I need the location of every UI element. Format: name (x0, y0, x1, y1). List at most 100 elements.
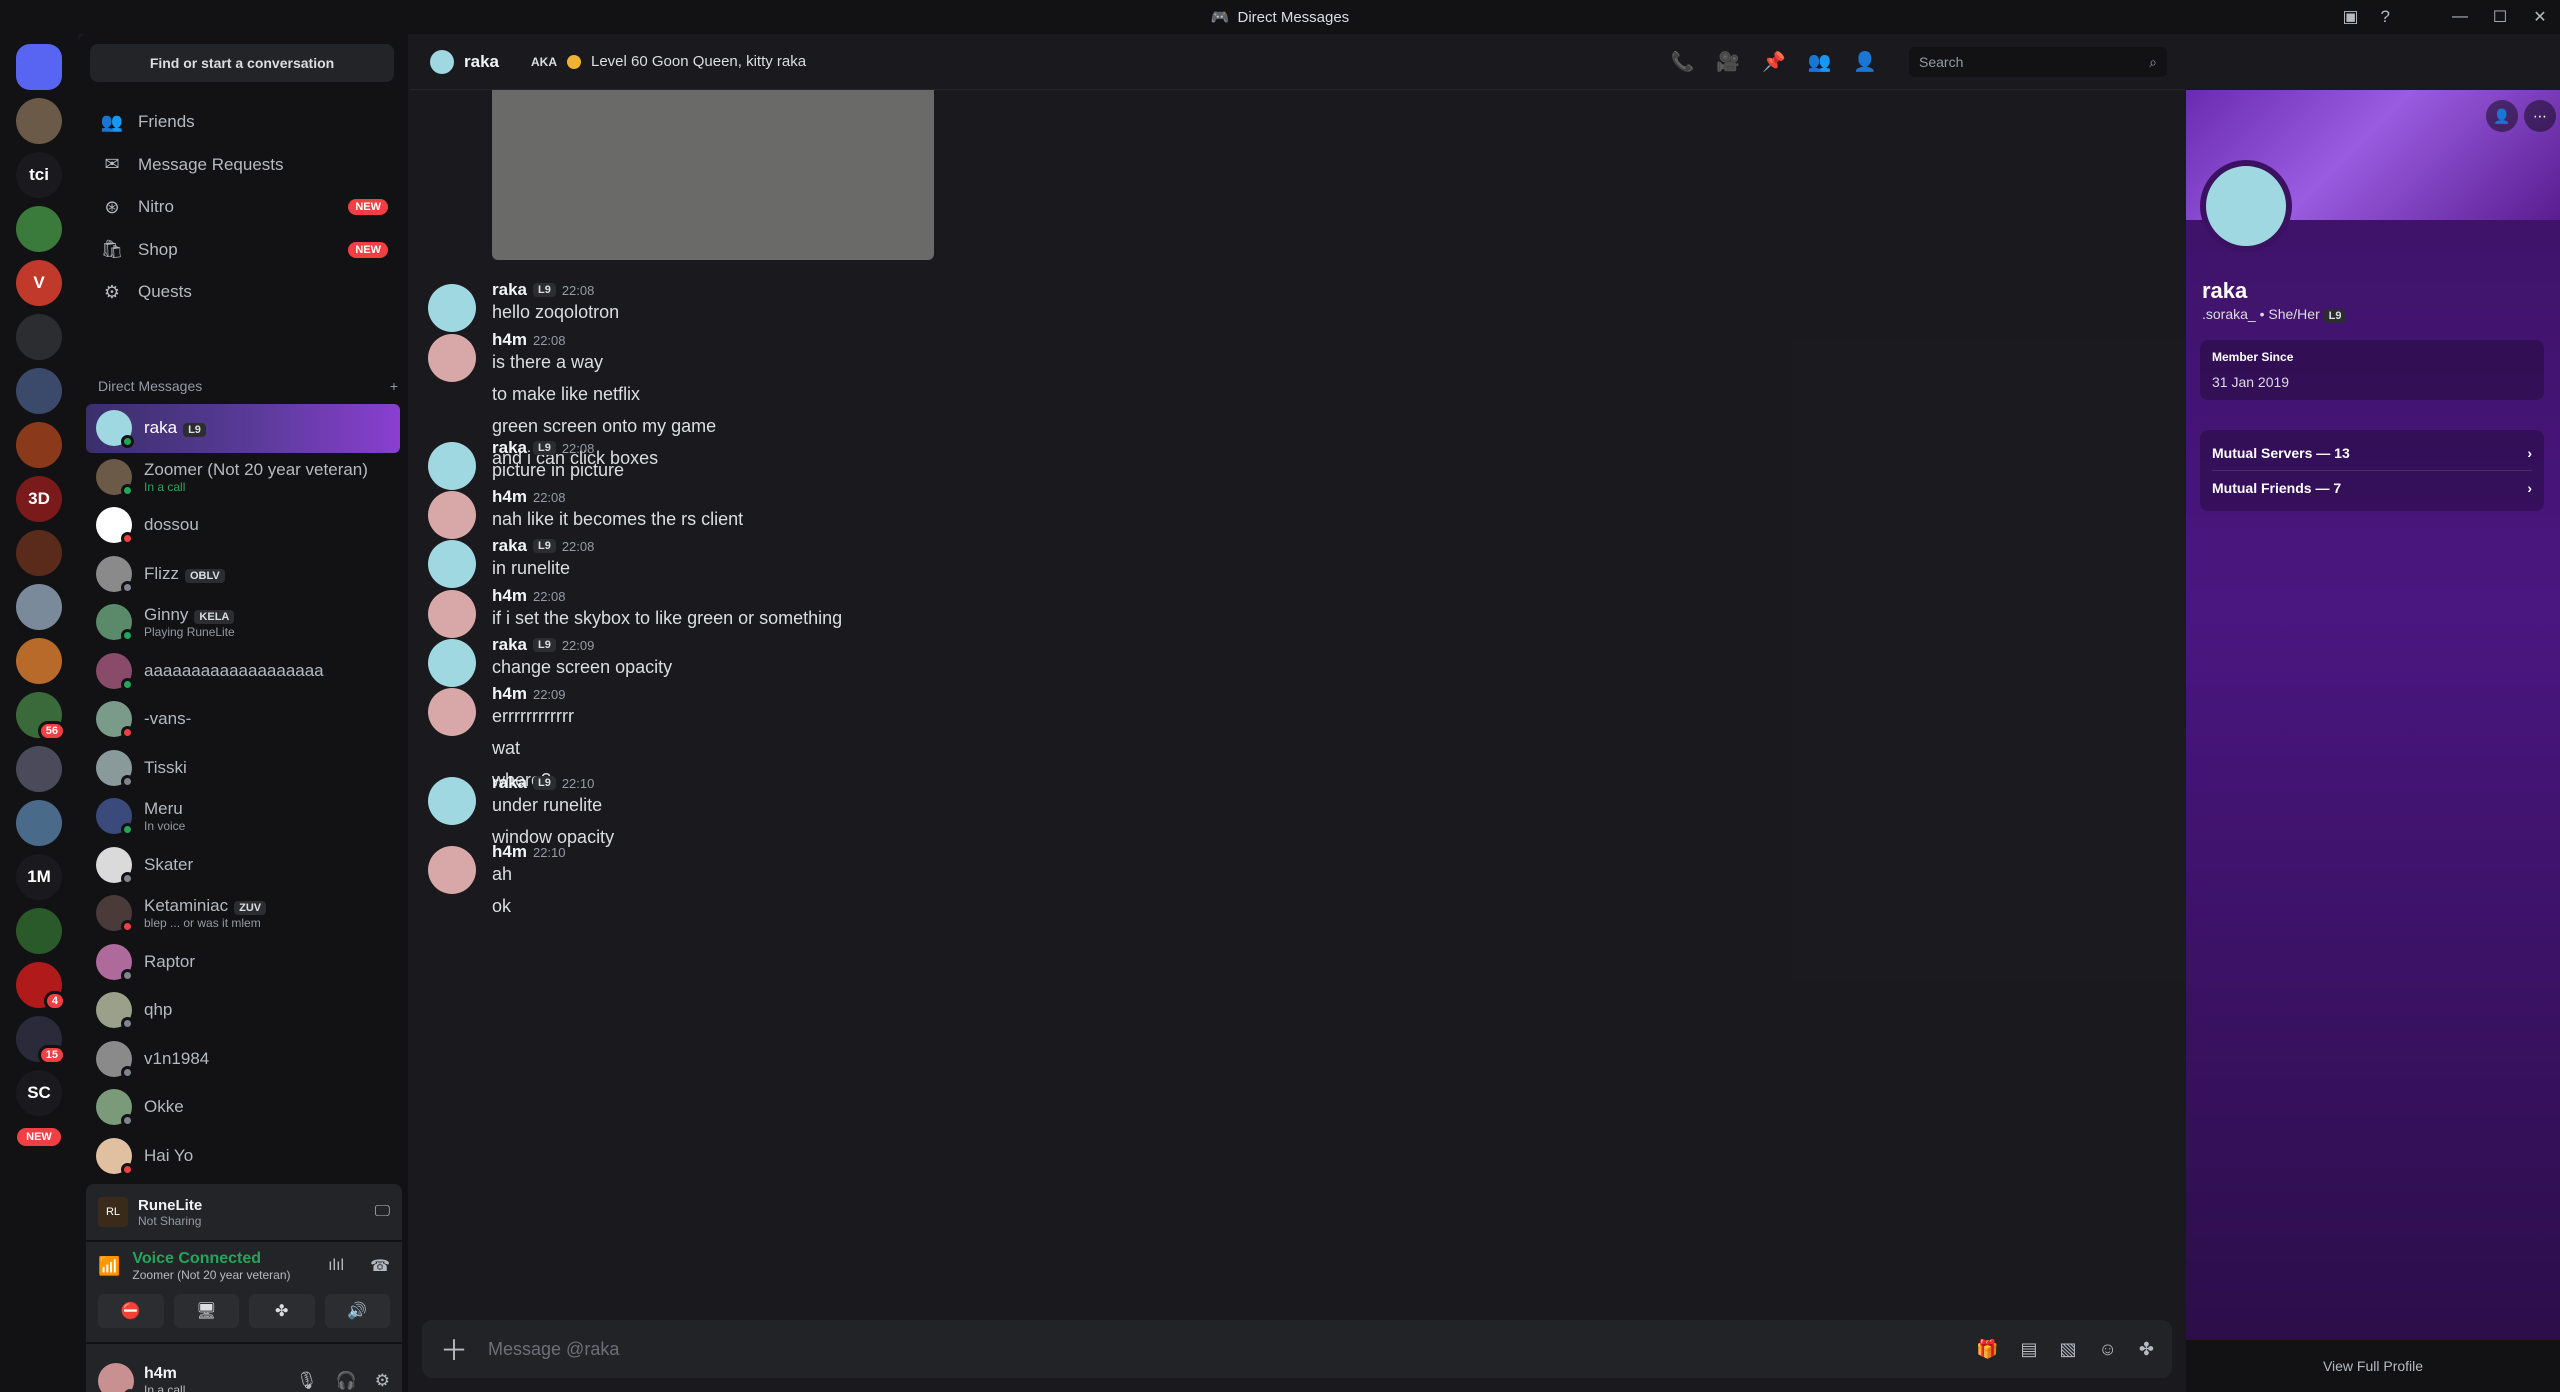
avatar[interactable] (428, 590, 476, 638)
plus-icon[interactable]: ＋ (440, 1329, 468, 1369)
dm-item[interactable]: Raptor (86, 938, 400, 987)
close-button[interactable]: ✕ (2520, 0, 2560, 34)
dm-item[interactable]: v1n1984 (86, 1035, 400, 1084)
chat-username[interactable]: raka (464, 52, 499, 72)
call-icon[interactable]: 📞 (1671, 50, 1695, 74)
microphone-icon[interactable]: 🎙 (296, 1371, 318, 1391)
dm-item[interactable]: -vans- (86, 695, 400, 744)
noise-suppression-icon[interactable]: ılıl (328, 1257, 344, 1275)
dm-item[interactable]: Hai Yo (86, 1132, 400, 1181)
nav-item-nitro[interactable]: ⊛ Nitro NEW (86, 186, 400, 228)
voice-status[interactable]: Voice Connected (132, 1250, 290, 1268)
mutual-servers[interactable]: Mutual Servers — 13 › (2212, 440, 2532, 466)
headphones-icon[interactable]: 🎧 (336, 1371, 357, 1391)
server-icon[interactable]: 56 (16, 692, 66, 741)
dm-item[interactable]: Tisski (86, 744, 400, 793)
dm-item[interactable]: Skater (86, 841, 400, 890)
avatar[interactable] (428, 639, 476, 687)
camera-button[interactable]: ⛔ (98, 1294, 164, 1328)
server-icon[interactable] (16, 206, 62, 252)
message-author[interactable]: h4m (492, 330, 527, 350)
server-icon[interactable] (16, 422, 62, 468)
avatar[interactable] (428, 777, 476, 825)
server-icon[interactable]: 15 (16, 1016, 66, 1065)
nav-item-shop[interactable]: 🛍 Shop NEW (86, 229, 400, 271)
gift-icon[interactable]: 🎁 (1976, 1339, 1998, 1360)
message-author[interactable]: h4m (492, 586, 527, 606)
server-icon[interactable] (16, 800, 62, 846)
dm-item[interactable]: Okke (86, 1083, 400, 1132)
minimize-button[interactable]: — (2440, 0, 2480, 34)
avatar[interactable] (428, 688, 476, 736)
message-author[interactable]: raka (492, 280, 527, 300)
profile-avatar[interactable] (2200, 160, 2292, 252)
server-icon[interactable]: V (16, 260, 62, 306)
dm-item[interactable]: qhp (86, 986, 400, 1035)
emoji-icon[interactable]: ☺ (2099, 1339, 2117, 1360)
pin-icon[interactable]: 📌 (1762, 50, 1786, 74)
server-icon[interactable]: tci (16, 152, 62, 198)
mutual-friends[interactable]: Mutual Friends — 7 › (2212, 475, 2532, 501)
voice-channel[interactable]: Zoomer (Not 20 year veteran) (132, 1268, 290, 1282)
dm-item[interactable]: aaaaaaaaaaaaaaaaaaa (86, 647, 400, 696)
avatar[interactable] (428, 334, 476, 382)
soundboard-button[interactable]: 🔊 (324, 1294, 390, 1328)
server-icon[interactable] (16, 908, 62, 954)
message-author[interactable]: raka (492, 536, 527, 556)
user-name[interactable]: h4m (144, 1365, 185, 1383)
activities-button[interactable]: ✤ (249, 1294, 315, 1328)
avatar[interactable] (428, 846, 476, 894)
message-author[interactable]: raka (492, 438, 527, 458)
settings-icon[interactable]: ⚙ (375, 1371, 390, 1391)
nav-item-quests[interactable]: ⚙ Quests (86, 271, 400, 313)
signal-icon[interactable]: 📶 (98, 1256, 120, 1277)
screen-share-icon[interactable]: 🖵 (375, 1203, 390, 1221)
home-button[interactable] (16, 44, 62, 90)
message-author[interactable]: h4m (492, 684, 527, 704)
server-icon[interactable]: 3D (16, 476, 62, 522)
screen-share-button[interactable]: 🖥 (173, 1294, 239, 1328)
dm-item[interactable]: Flizz OBLV (86, 550, 400, 599)
server-icon[interactable]: 1M (16, 854, 62, 900)
add-dm-icon[interactable]: + (390, 378, 398, 394)
gif-icon[interactable]: ▤ (2020, 1339, 2037, 1360)
help-icon[interactable]: ? (2381, 7, 2390, 27)
avatar[interactable] (428, 442, 476, 490)
dm-item[interactable]: raka L9 (86, 404, 400, 453)
avatar[interactable] (428, 491, 476, 539)
message-author[interactable]: h4m (492, 842, 527, 862)
server-icon[interactable] (16, 314, 62, 360)
video-icon[interactable]: 🎥 (1716, 50, 1740, 74)
message-author[interactable]: h4m (492, 487, 527, 507)
new-badge[interactable]: NEW (17, 1128, 61, 1146)
server-icon[interactable] (16, 530, 62, 576)
dm-item[interactable]: dossou (86, 501, 400, 550)
avatar[interactable] (428, 540, 476, 588)
maximize-button[interactable]: ☐ (2480, 0, 2520, 34)
view-full-profile-link[interactable]: View Full Profile (2186, 1340, 2560, 1392)
add-friend-icon[interactable]: 👤 (2486, 100, 2518, 132)
dm-item[interactable]: Zoomer (Not 20 year veteran) In a call (86, 453, 400, 502)
server-icon[interactable] (16, 98, 62, 144)
profile-icon[interactable]: 👤 (1853, 50, 1877, 74)
find-conversation-button[interactable]: Find or start a conversation (90, 44, 394, 82)
more-icon[interactable]: ⋯ (2524, 100, 2556, 132)
message-author[interactable]: raka (492, 773, 527, 793)
inbox-icon[interactable]: ▣ (2342, 7, 2358, 27)
server-icon[interactable] (16, 746, 62, 792)
dm-item[interactable]: Meru In voice (86, 792, 400, 841)
avatar[interactable] (98, 1363, 136, 1392)
server-icon[interactable] (16, 638, 62, 684)
message-composer[interactable]: ＋ Message @raka 🎁 ▤ ▧ ☺ ✤ (422, 1320, 2172, 1378)
dm-item[interactable]: Ginny KELA Playing RuneLite (86, 598, 400, 647)
dm-item[interactable]: Ketaminiac ZUV blep ... or was it mlem (86, 889, 400, 938)
server-icon[interactable]: SC (16, 1070, 62, 1116)
server-icon[interactable] (16, 368, 62, 414)
server-icon[interactable]: 4 (16, 962, 66, 1011)
nav-item-friends[interactable]: 👥 Friends (86, 101, 400, 143)
nav-item-message-requests[interactable]: ✉ Message Requests (86, 144, 400, 186)
disconnect-icon[interactable]: ☎ (370, 1256, 390, 1276)
search-input[interactable]: Search ⌕ (1909, 47, 2167, 77)
apps-icon[interactable]: ✤ (2139, 1339, 2154, 1360)
server-icon[interactable] (16, 584, 62, 630)
